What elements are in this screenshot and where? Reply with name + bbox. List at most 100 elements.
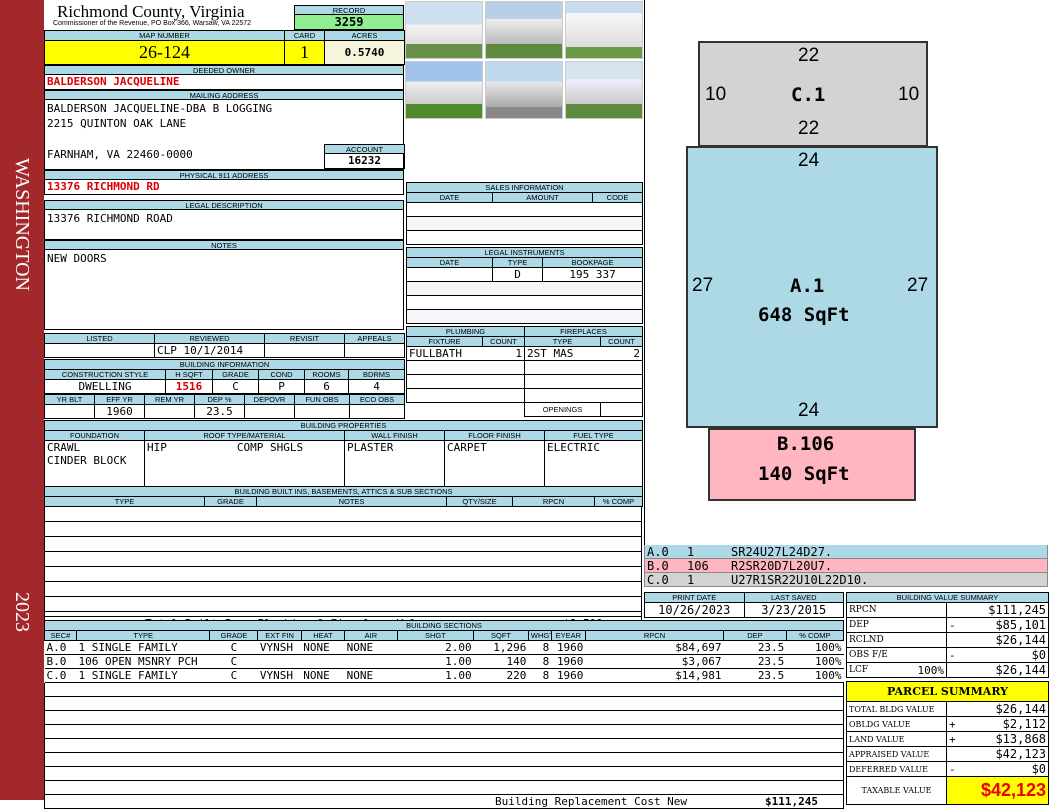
building-info-value: C bbox=[212, 379, 259, 394]
col-header: COND bbox=[258, 369, 305, 380]
section-cell: $14,981 bbox=[585, 668, 724, 683]
section-cell: 100% bbox=[786, 654, 844, 669]
physical-address: 13376 RICHMOND RD bbox=[44, 180, 404, 195]
map-number: 26-124 bbox=[44, 40, 285, 65]
parcel-label: LAND VALUE bbox=[846, 731, 947, 747]
building-info-value bbox=[44, 404, 95, 419]
house-photo[interactable] bbox=[405, 61, 483, 119]
parcel-summary-title: PARCEL SUMMARY bbox=[845, 681, 1050, 702]
legend-cell: B.0 bbox=[647, 559, 669, 573]
parcel-row: DEFERRED VALUE - $0 bbox=[846, 761, 1050, 777]
col-header: REM YR bbox=[144, 394, 195, 405]
col-header: RPCN bbox=[584, 630, 725, 641]
dim-label: 10 bbox=[705, 84, 727, 105]
last-saved: 3/23/2015 bbox=[743, 602, 844, 618]
parcel-row: APPRAISED VALUE $42,123 bbox=[846, 746, 1050, 762]
section-cell: $84,697 bbox=[585, 640, 724, 655]
house-photo[interactable] bbox=[565, 61, 643, 119]
bvs-row: OBS F/E - $0 bbox=[846, 647, 1050, 663]
col-header: REVIEWED bbox=[154, 333, 265, 344]
section-cell: 1960 bbox=[551, 654, 586, 669]
col-header: LISTED bbox=[44, 333, 155, 344]
section-row[interactable]: B.0 106 OPEN MSNRY PCH C 1.00 140 8 1960 $3,067… bbox=[44, 654, 844, 669]
parcel-sign: - bbox=[946, 761, 959, 777]
col-header: CODE bbox=[591, 192, 644, 203]
openings-value bbox=[600, 402, 643, 417]
col-header: WHGT bbox=[527, 630, 552, 641]
section-cell: NONE bbox=[344, 668, 398, 683]
building-info-value bbox=[294, 404, 350, 419]
section-cell: B.0 bbox=[44, 654, 77, 669]
section-cell: A.0 bbox=[44, 640, 77, 655]
mailing-line-3: FARNHAM, VA 22460-0000 bbox=[47, 148, 193, 161]
map-number-label: MAP NUMBER bbox=[44, 30, 285, 41]
dim-label: 10 bbox=[898, 84, 920, 105]
foundation-1: CRAWL bbox=[47, 441, 81, 455]
section-row[interactable]: A.0 1 SINGLE FAMILY C VYNSH NONE NONE 2.00 1,29… bbox=[44, 640, 844, 655]
legend-cell: 1 bbox=[687, 573, 695, 587]
wall-finish: PLASTER bbox=[344, 440, 445, 491]
col-header: REVISIT bbox=[264, 333, 345, 344]
col-header: % COMP bbox=[593, 496, 644, 507]
deeded-owner-label: DEEDED OWNER bbox=[44, 65, 404, 75]
property-photos bbox=[404, 0, 644, 120]
parcel-sign bbox=[946, 701, 959, 717]
col-header: DEP bbox=[723, 630, 787, 641]
house-photo[interactable] bbox=[565, 1, 643, 59]
instrument-bookpage: 195 337 bbox=[541, 267, 644, 282]
foundation-2: CINDER BLOCK bbox=[47, 454, 127, 467]
col-header: TYPE bbox=[524, 336, 601, 347]
house-photo[interactable] bbox=[485, 61, 563, 119]
section-cell: 1960 bbox=[551, 640, 586, 655]
legend-cell: U27R1SR22U10L22D10. bbox=[731, 573, 869, 587]
physical-address-label: PHYSICAL 911 ADDRESS bbox=[44, 170, 404, 180]
mailing-line-2: 2215 QUINTON OAK LANE bbox=[47, 117, 187, 130]
parcel-value: $42,123 bbox=[958, 746, 1050, 762]
col-header: BOOKPAGE bbox=[541, 257, 644, 268]
sales-row bbox=[405, 230, 644, 245]
section-cell: $3,067 bbox=[585, 654, 724, 669]
instrument-row bbox=[405, 281, 644, 296]
section-cell bbox=[301, 654, 345, 669]
section-cell: C bbox=[209, 640, 258, 655]
section-cell: 8 bbox=[528, 640, 552, 655]
notes: NEW DOORS bbox=[44, 250, 404, 330]
legend-cell: 1 bbox=[687, 545, 695, 559]
sketch-legend-row[interactable]: B.0 106 R2SR20D7L20U7. bbox=[644, 559, 1048, 573]
print-date: 10/26/2023 bbox=[644, 602, 745, 618]
sales-row bbox=[405, 202, 644, 217]
bvs-sign bbox=[946, 632, 959, 648]
col-header: RPCN bbox=[512, 496, 595, 507]
parcel-row: LAND VALUE + $13,868 bbox=[846, 731, 1050, 747]
col-header: FOUNDATION bbox=[44, 430, 145, 441]
parcel-value: $13,868 bbox=[958, 731, 1050, 747]
section-cell: 23.5 bbox=[723, 668, 787, 683]
bvs-value: $111,245 bbox=[958, 602, 1050, 618]
account-number: 16232 bbox=[324, 154, 405, 169]
col-header: COUNT bbox=[600, 336, 643, 347]
building-sections: BUILDING SECTIONS SEC# TYPE GRADE EXT FIN HE… bbox=[44, 620, 845, 809]
legal-description: 13376 RICHMOND ROAD bbox=[44, 210, 404, 240]
bvs-value: $26,144 bbox=[958, 662, 1050, 678]
house-photo[interactable] bbox=[405, 1, 483, 59]
page-title: Richmond County, Virginia bbox=[57, 2, 245, 21]
bvs-sign bbox=[946, 602, 959, 618]
sketch-legend-row[interactable]: A.0 1 SR24U27L24D27. bbox=[644, 545, 1048, 559]
col-header: FUEL TYPE bbox=[543, 430, 644, 441]
section-c-label: C.1 bbox=[791, 84, 826, 106]
col-header: DATE bbox=[406, 192, 493, 203]
section-row[interactable]: C.0 1 SINGLE FAMILY C VYNSH NONE NONE 1.00 220 8… bbox=[44, 668, 844, 683]
acres-value: 0.5740 bbox=[324, 40, 405, 65]
parcel-label: TOTAL BLDG VALUE bbox=[846, 701, 947, 717]
sketch-legend-row[interactable]: C.0 1 U27R1SR22U10L22D10. bbox=[644, 573, 1048, 587]
building-sketch[interactable]: 22 22 10 10 C.1 24 24 27 27 A.1 648 SqFt… bbox=[644, 0, 1050, 545]
col-header: SQFT bbox=[473, 630, 529, 641]
dim-label: 24 bbox=[798, 150, 820, 171]
legend-cell: SR24U27L24D27. bbox=[731, 545, 833, 559]
building-info-value: 23.5 bbox=[194, 404, 245, 419]
house-photo[interactable] bbox=[485, 1, 563, 59]
fireplaces-title: FIREPLACES bbox=[524, 326, 643, 337]
section-cell: 140 bbox=[473, 654, 529, 669]
sales-title: SALES INFORMATION bbox=[405, 182, 644, 193]
page-subtitle: Commissioner of the Revenue, PO Box 366,… bbox=[53, 20, 252, 27]
